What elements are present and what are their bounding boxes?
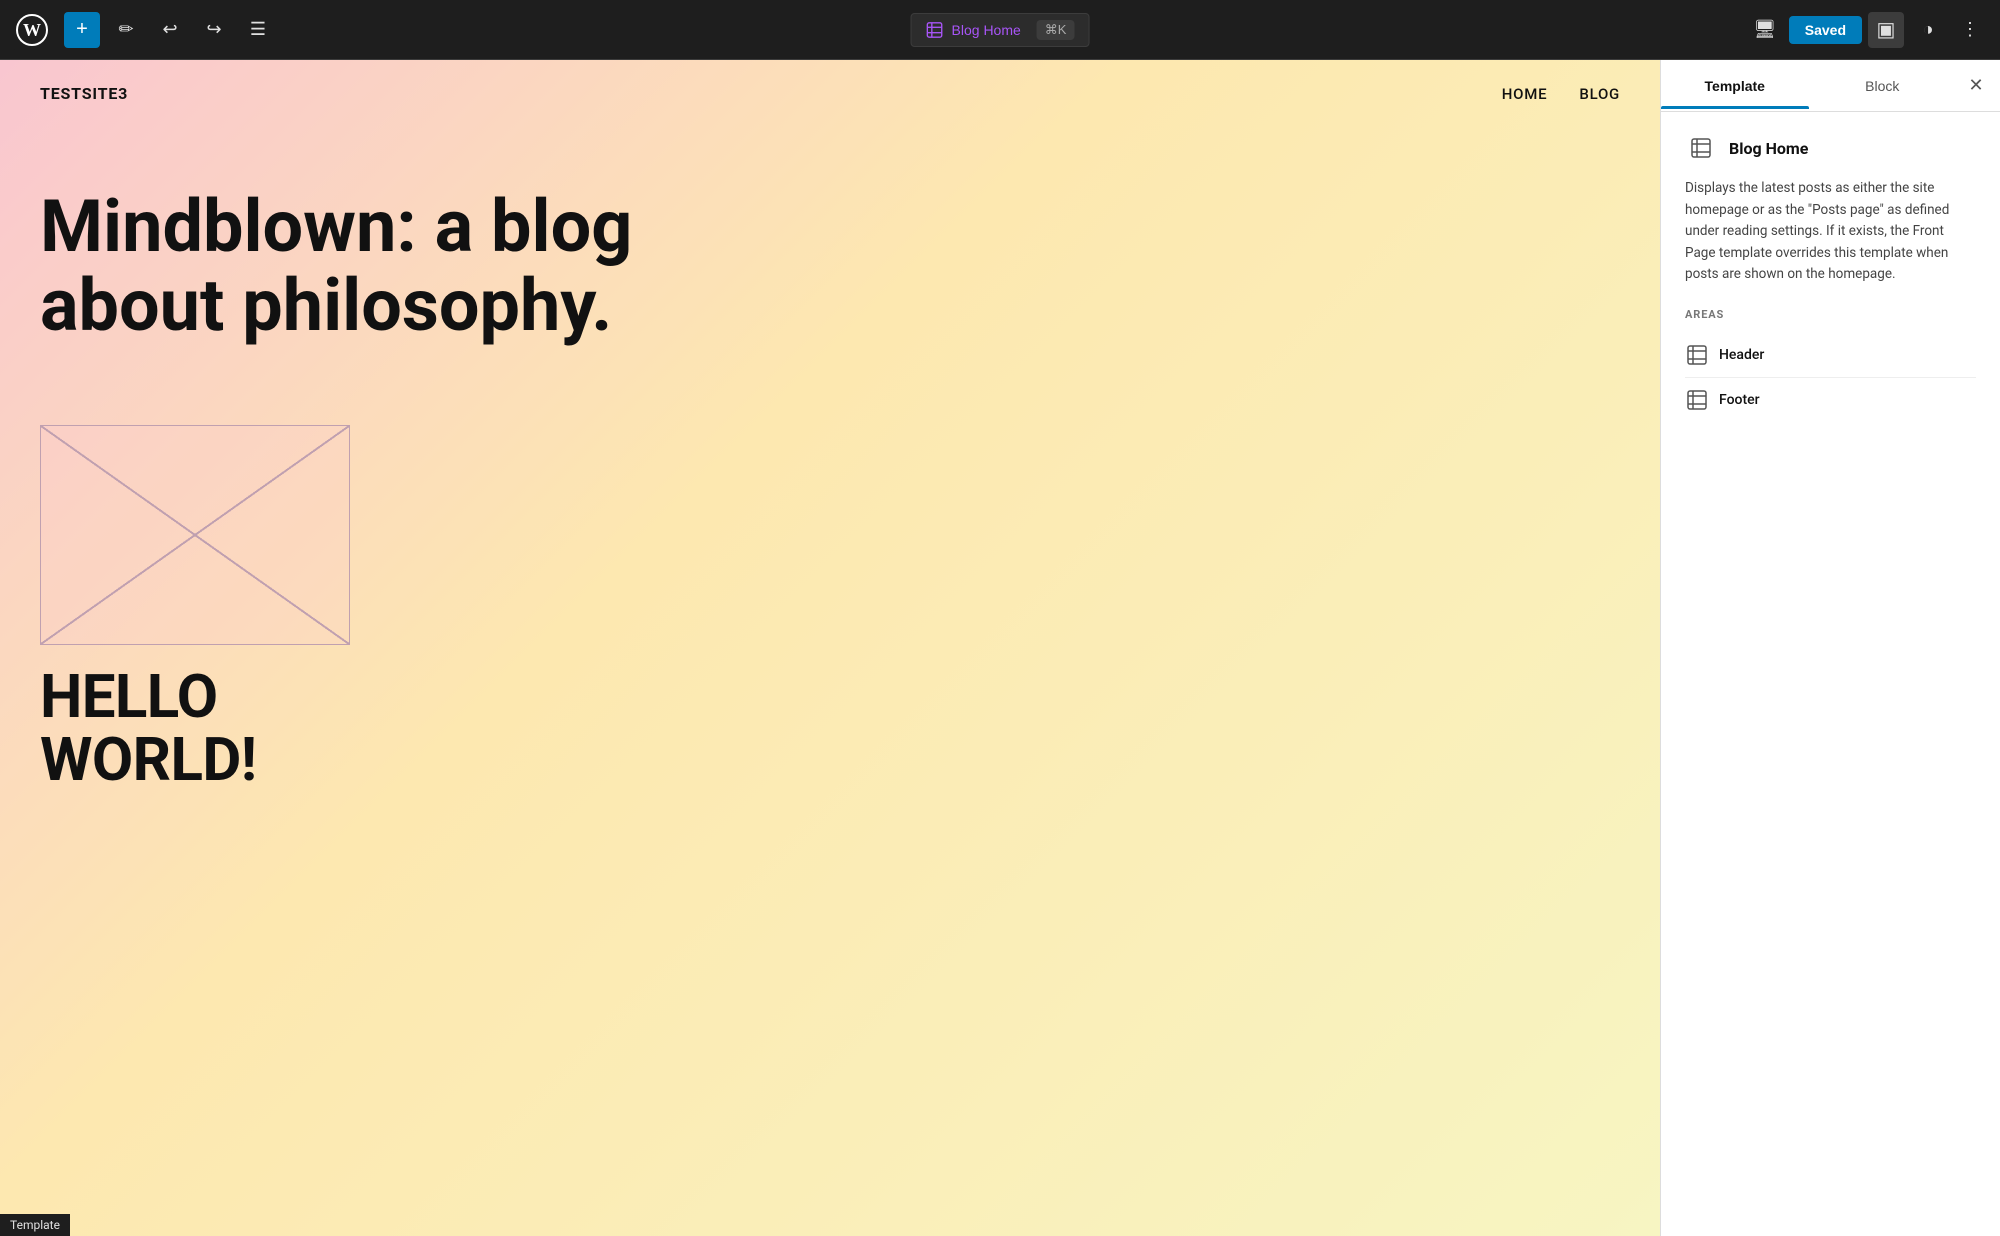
contrast-button[interactable]: ◑ <box>1910 12 1946 48</box>
site-header: TESTSITE3 HOME BLOG <box>0 60 1660 127</box>
footer-layout-icon <box>1685 388 1709 412</box>
more-options-button[interactable]: ⋮ <box>1952 12 1988 48</box>
nav-home[interactable]: HOME <box>1502 85 1548 103</box>
nav-blog[interactable]: BLOG <box>1579 85 1620 103</box>
template-layout-icon <box>1685 132 1717 164</box>
toolbar: W + ✏ ↩ ↪ ☰ Blog Home ⌘K <box>0 0 2000 60</box>
hero-section: Mindblown: a blog about philosophy. <box>0 127 1660 385</box>
template-title: Blog Home <box>1729 139 1808 158</box>
featured-image-placeholder <box>40 425 350 645</box>
shortcut-badge: ⌘K <box>1037 20 1075 40</box>
toolbar-center: Blog Home ⌘K <box>911 13 1090 47</box>
settings-toggle-button[interactable]: ▣ <box>1868 12 1904 48</box>
template-header: Blog Home <box>1685 132 1976 164</box>
post-section: HELLOWORLD! <box>0 645 1660 791</box>
undo-button[interactable]: ↩ <box>152 12 188 48</box>
redo-button[interactable]: ↪ <box>196 12 232 48</box>
more-icon: ⋮ <box>1961 19 1979 40</box>
area-item-footer[interactable]: Footer <box>1685 378 1976 422</box>
header-layout-icon <box>1685 343 1709 367</box>
area-name-footer: Footer <box>1719 392 1760 408</box>
pencil-icon: ✏ <box>118 19 133 40</box>
areas-label: AREAS <box>1685 308 1976 321</box>
blog-home-icon <box>926 21 944 39</box>
tab-template[interactable]: Template <box>1661 64 1809 108</box>
right-panel: Template Block ✕ Blog Home <box>1660 60 2000 1236</box>
canvas-area: TESTSITE3 HOME BLOG Mindblown: a blog ab… <box>0 60 1660 1236</box>
template-label: Template <box>0 1214 70 1236</box>
template-description: Displays the latest posts as either the … <box>1685 178 1976 286</box>
area-name-header: Header <box>1719 347 1764 363</box>
hero-title: Mindblown: a blog about philosophy. <box>40 187 740 345</box>
desktop-view-button[interactable]: 🖥 <box>1747 12 1783 48</box>
add-button[interactable]: + <box>64 12 100 48</box>
list-view-button[interactable]: ☰ <box>240 12 276 48</box>
undo-icon: ↩ <box>162 19 177 40</box>
redo-icon: ↪ <box>206 19 221 40</box>
post-title: HELLOWORLD! <box>40 665 1620 791</box>
tab-block[interactable]: Block <box>1809 64 1957 108</box>
site-name: TESTSITE3 <box>40 84 128 103</box>
desktop-icon: 🖥 <box>1753 19 1776 40</box>
panel-content: Blog Home Displays the latest posts as e… <box>1661 112 2000 1236</box>
saved-button[interactable]: Saved <box>1789 16 1862 44</box>
svg-text:W: W <box>23 20 41 40</box>
preview-frame: TESTSITE3 HOME BLOG Mindblown: a blog ab… <box>0 60 1660 1236</box>
edit-button[interactable]: ✏ <box>108 12 144 48</box>
close-icon: ✕ <box>1968 75 1983 96</box>
list-icon: ☰ <box>250 19 266 40</box>
settings-icon: ▣ <box>1877 17 1896 42</box>
contrast-icon: ◑ <box>1923 19 1934 40</box>
toolbar-right: 🖥 Saved ▣ ◑ ⋮ <box>1747 12 1988 48</box>
panel-close-button[interactable]: ✕ <box>1956 66 1996 106</box>
site-nav: HOME BLOG <box>1502 85 1620 103</box>
blog-home-button[interactable]: Blog Home ⌘K <box>911 13 1090 47</box>
blog-home-label: Blog Home <box>952 22 1021 38</box>
wp-logo[interactable]: W <box>12 10 52 50</box>
panel-tabs: Template Block ✕ <box>1661 60 2000 112</box>
plus-icon: + <box>76 18 88 41</box>
main-layout: TESTSITE3 HOME BLOG Mindblown: a blog ab… <box>0 60 2000 1236</box>
area-item-header[interactable]: Header <box>1685 333 1976 378</box>
